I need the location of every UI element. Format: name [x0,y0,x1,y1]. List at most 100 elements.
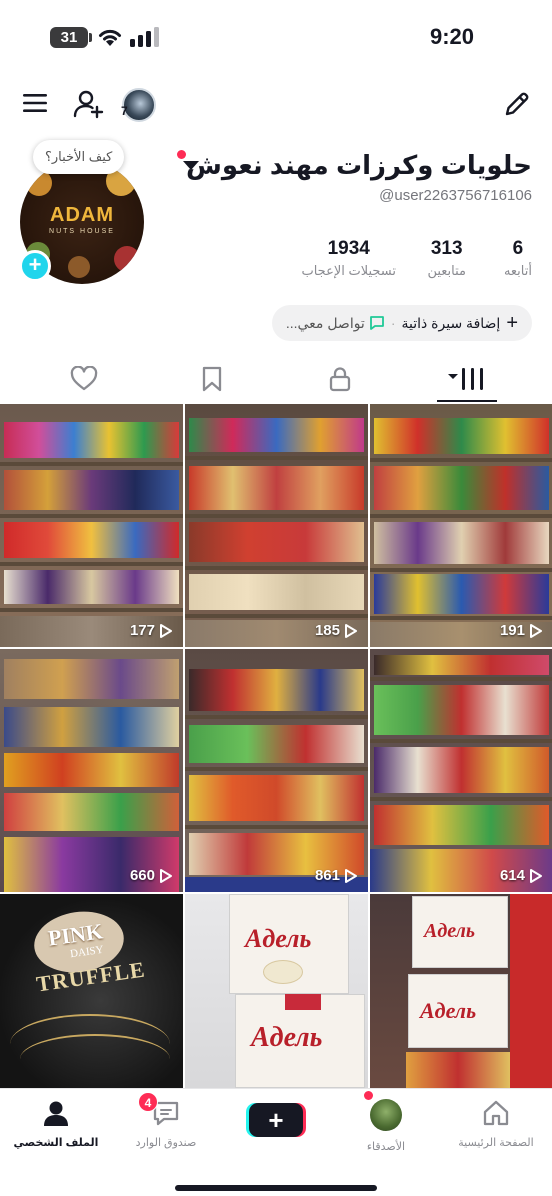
video-thumbnail[interactable]: 861 [185,649,368,892]
stat-following-value: 6 [512,238,524,259]
profile-display-name[interactable]: حلويات وكرزات مهند نعوش [186,150,532,181]
video-thumbnail[interactable]: 177 [0,404,183,647]
stat-followers-label: متابعين [427,263,466,278]
ribbon [285,994,321,1010]
product-photo [263,960,303,984]
stat-following-label: أتابعه [503,263,532,278]
play-icon [530,623,542,638]
tab-favorites[interactable] [182,362,242,396]
bottom-nav: الصفحة الرئيسية الأصدقاء + صندوق الوارد … [0,1088,552,1196]
stat-likes[interactable]: 1934 تسجيلات الإعجاب [301,238,396,279]
candy-row [4,753,179,787]
product-box-label: Aдель [245,924,312,953]
nav-friends[interactable]: الأصدقاء [336,1099,436,1153]
candy-row [374,747,549,793]
candy-row [4,659,179,699]
profile-logo-text: ADAM [50,204,114,226]
product-box-label: Aдель [251,1022,323,1053]
edit-icon[interactable] [503,90,531,118]
video-thumbnail[interactable]: PINK DAISY TRUFFLE [0,894,183,1088]
video-thumbnail[interactable]: 185 [185,404,368,647]
plus-icon: + [506,311,518,334]
add-user-icon[interactable] [73,89,105,119]
view-count-value: 177 [129,622,155,639]
view-count-value: 191 [499,622,525,639]
friends-avatar-icon [370,1099,402,1131]
play-icon [345,623,357,638]
view-count: 861 [315,867,358,884]
candy-row [4,707,179,747]
play-icon [530,868,542,883]
stat-likes-value: 1934 [327,238,370,259]
candy-row [374,655,549,675]
nut-bowl-decoration [68,256,90,278]
menu-icon[interactable] [22,92,48,114]
view-count: 660 [130,867,173,884]
gold-swirl [20,1034,170,1084]
contact-link[interactable]: تواصل معي... [286,315,365,332]
view-count: 185 [315,622,358,639]
status-time: 9:20 [429,24,474,49]
nav-home-label: الصفحة الرئيسية [458,1137,534,1149]
nav-inbox[interactable]: صندوق الوارد [116,1099,216,1149]
tab-private[interactable] [310,362,370,396]
stat-following[interactable]: 6 أتابعه [504,238,532,279]
product-box-label: Aдель [420,998,477,1023]
candy-row [189,669,364,711]
candy-row [4,422,179,458]
candy-row [406,1052,510,1088]
profile-icon [44,1101,68,1126]
wifi-icon [99,29,121,46]
view-count-value: 185 [314,622,340,639]
candy-row [4,522,179,558]
add-bio-link[interactable]: إضافة سيرة ذاتية [402,315,501,332]
candy-row [189,574,364,610]
tab-liked[interactable] [54,362,114,396]
add-story-button[interactable]: + [19,250,51,282]
inbox-badge: 4 [138,1092,158,1112]
candy-row [189,725,364,763]
view-count: 191 [500,622,543,639]
status-bar: 31 9:20 [0,0,552,76]
candy-row [4,793,179,831]
shelf [370,514,552,518]
video-thumbnail[interactable]: 660 [0,649,183,892]
battery-icon: 31 [50,27,88,48]
create-button[interactable]: + [249,1103,303,1137]
shelf [185,566,368,570]
view-count: 177 [130,622,173,639]
play-icon [160,868,172,883]
video-thumbnail[interactable]: 614 [370,649,552,892]
home-indicator [175,1185,377,1191]
play-icon [345,868,357,883]
nav-profile[interactable]: الملف الشخصي [6,1099,106,1149]
video-thumbnail[interactable]: 191 [370,404,552,647]
shelf [370,568,552,572]
tab-videos[interactable] [437,362,497,396]
lock-icon [329,367,351,392]
videos-grid-icon [448,368,483,390]
shelf [0,462,183,466]
account-switch-caret-icon[interactable] [183,161,199,170]
shelf [0,562,183,566]
profile-logo-subtext: NUTS HOUSE [49,228,115,235]
account-avatar-count: 7 [121,104,128,118]
nav-home[interactable]: الصفحة الرئيسية [446,1099,546,1149]
candy-row [374,522,549,564]
candy-row [4,570,179,604]
home-icon [483,1100,509,1126]
heart-icon [70,366,98,391]
candy-row [4,470,179,510]
video-grid: 177 185 191 660 861 614 PINK DAISY TRUFF… [0,404,552,1088]
stat-followers[interactable]: 313 متابعين [427,238,466,279]
video-thumbnail[interactable]: Aдель Aдель [370,894,552,1088]
news-bubble[interactable]: كيف الأخبار؟ [33,140,125,174]
profile-username: @user2263756716106 [379,187,532,204]
video-thumbnail[interactable]: Aдель Aдель [185,894,368,1088]
shelf [185,514,368,518]
shelf [0,514,183,518]
shelf [370,616,552,620]
shelf [370,677,552,681]
bio-pill[interactable]: + إضافة سيرة ذاتية · تواصل معي... [271,305,532,341]
shelf [370,797,552,801]
